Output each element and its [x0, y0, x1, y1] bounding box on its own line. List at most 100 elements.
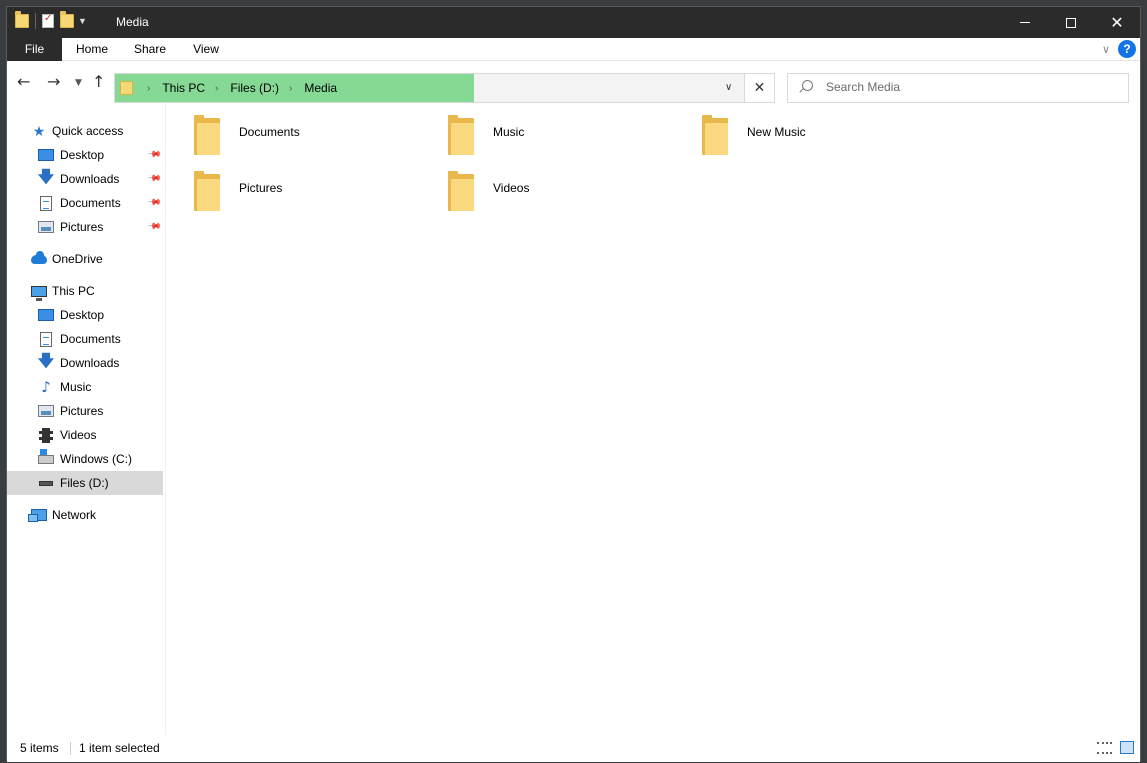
folder-item-new-music[interactable]: New Music [674, 102, 914, 155]
folder-icon [194, 115, 220, 155]
breadcrumb-media[interactable]: Media [304, 81, 337, 95]
search-box[interactable] [787, 73, 1129, 103]
up-arrow-icon[interactable]: ↑ [92, 72, 105, 91]
breadcrumb-separator-icon[interactable]: › [147, 83, 150, 94]
pin-icon[interactable]: 📌 [147, 171, 162, 187]
folder-label: Videos [493, 181, 530, 195]
sidebar-item-label: Files (D:) [60, 476, 109, 490]
forward-arrow-icon[interactable]: → [47, 72, 60, 91]
sidebar-item-label: Network [52, 508, 97, 522]
folder-icon [448, 115, 474, 155]
address-bar[interactable]: › This PC › Files (D:) › Media ∨ [114, 73, 745, 103]
sidebar-item-downloads[interactable]: 🡇 Downloads 📌 [7, 167, 163, 191]
sidebar-item-pc-desktop[interactable]: Desktop [7, 303, 163, 327]
large-icons-view-icon[interactable] [1120, 741, 1134, 754]
window-controls: ✕ [1002, 7, 1140, 38]
sidebar-item-label: Windows (C:) [60, 452, 133, 466]
tab-file[interactable]: File [7, 38, 62, 61]
sidebar-item-label: OneDrive [52, 252, 103, 266]
download-arrow-icon: 🡇 [37, 166, 55, 186]
expand-ribbon-chevron-icon[interactable]: ∨ [1102, 43, 1110, 56]
title-bar: ▼ Media ✕ [7, 7, 1140, 38]
help-icon[interactable]: ? [1118, 40, 1136, 58]
sidebar-item-label: Documents [60, 332, 121, 346]
search-input[interactable] [826, 80, 1116, 94]
sidebar-item-label: Desktop [60, 308, 105, 322]
navigation-pane: ★ Quick access Desktop 📌 🡇 Downloads 📌 D… [7, 115, 165, 735]
search-icon [802, 80, 813, 91]
music-note-icon: ♪ [41, 378, 51, 396]
folder-label: Music [493, 125, 525, 139]
sidebar-item-pc-music[interactable]: ♪ Music [7, 375, 163, 399]
film-icon [38, 427, 54, 443]
breadcrumb-files-d[interactable]: Files (D:) [230, 81, 279, 95]
sidebar-item-label: Downloads [60, 356, 120, 370]
tab-share[interactable]: Share [127, 38, 173, 61]
toolbar-divider [35, 13, 36, 29]
windows-drive-icon [38, 448, 54, 467]
folder-icon [120, 81, 133, 95]
tab-view[interactable]: View [183, 38, 229, 61]
minimize-icon [1020, 22, 1030, 23]
pin-icon[interactable]: 📌 [147, 195, 162, 211]
sidebar-item-quick-access[interactable]: ★ Quick access [7, 119, 163, 143]
minimize-button[interactable] [1002, 7, 1048, 38]
sidebar-item-pc-downloads[interactable]: 🡇 Downloads [7, 351, 163, 375]
sidebar-item-label: Pictures [60, 220, 104, 234]
recent-locations-chevron-icon[interactable]: ▼ [75, 78, 82, 88]
sidebar-item-windows-c[interactable]: Windows (C:) [7, 447, 163, 471]
customize-dropdown-icon[interactable]: ▼ [78, 16, 87, 26]
status-bar: 5 items 1 item selected [7, 735, 1140, 762]
sidebar-item-label: Desktop [60, 148, 105, 162]
desktop-icon [38, 147, 54, 163]
sidebar-item-files-d[interactable]: Files (D:) [7, 471, 163, 495]
breadcrumb-separator-icon[interactable]: › [215, 83, 218, 94]
sidebar-item-pc-videos[interactable]: Videos [7, 423, 163, 447]
folder-item-documents[interactable]: Documents [166, 102, 406, 155]
address-history-chevron-icon[interactable]: ∨ [725, 82, 732, 93]
sidebar-item-label: Quick access [52, 124, 124, 138]
folder-item-videos[interactable]: Videos [420, 158, 660, 211]
maximize-button[interactable] [1048, 7, 1094, 38]
folder-item-music[interactable]: Music [420, 102, 660, 155]
window-title: Media [116, 15, 149, 29]
folder-label: Pictures [239, 181, 283, 195]
pin-icon[interactable]: 📌 [147, 219, 162, 235]
breadcrumb-this-pc[interactable]: This PC [162, 81, 205, 95]
computer-icon [31, 283, 47, 301]
close-button[interactable]: ✕ [1094, 7, 1140, 38]
sidebar-item-pc-documents[interactable]: Documents [7, 327, 163, 351]
explorer-window: ▼ Media ✕ File Home Share View ∨ ? ← → ▼… [6, 6, 1141, 762]
sidebar-item-documents[interactable]: Documents 📌 [7, 191, 163, 215]
sidebar-item-network[interactable]: Network [7, 503, 163, 527]
folder-icon [15, 11, 29, 28]
new-folder-icon[interactable] [60, 11, 74, 28]
folder-icon [194, 171, 220, 211]
tab-home[interactable]: Home [67, 38, 117, 61]
properties-icon[interactable] [42, 13, 54, 28]
drive-icon [38, 475, 54, 491]
sidebar-item-onedrive[interactable]: OneDrive [7, 247, 163, 271]
sidebar-item-pictures[interactable]: Pictures 📌 [7, 215, 163, 239]
ribbon-tabs: File Home Share View ∨ ? [7, 38, 1140, 61]
close-icon: ✕ [1110, 13, 1124, 32]
details-view-icon[interactable] [1097, 742, 1112, 754]
sidebar-item-pc-pictures[interactable]: Pictures [7, 399, 163, 423]
document-icon [38, 331, 54, 347]
document-icon [38, 195, 54, 211]
pin-icon[interactable]: 📌 [147, 147, 162, 163]
star-icon: ★ [32, 122, 46, 139]
sidebar-item-desktop[interactable]: Desktop 📌 [7, 143, 163, 167]
status-divider [70, 742, 71, 755]
sidebar-item-this-pc[interactable]: This PC [7, 279, 163, 303]
folder-icon [448, 171, 474, 211]
maximize-icon [1066, 17, 1076, 28]
close-icon: ✕ [753, 80, 766, 96]
sidebar-item-label: Documents [60, 196, 121, 210]
breadcrumb-separator-icon[interactable]: › [289, 83, 292, 94]
pictures-icon [38, 219, 54, 235]
sidebar-item-label: Pictures [60, 404, 104, 418]
back-arrow-icon[interactable]: ← [17, 72, 30, 91]
folder-item-pictures[interactable]: Pictures [166, 158, 406, 211]
stop-loading-button[interactable]: ✕ [745, 73, 775, 103]
